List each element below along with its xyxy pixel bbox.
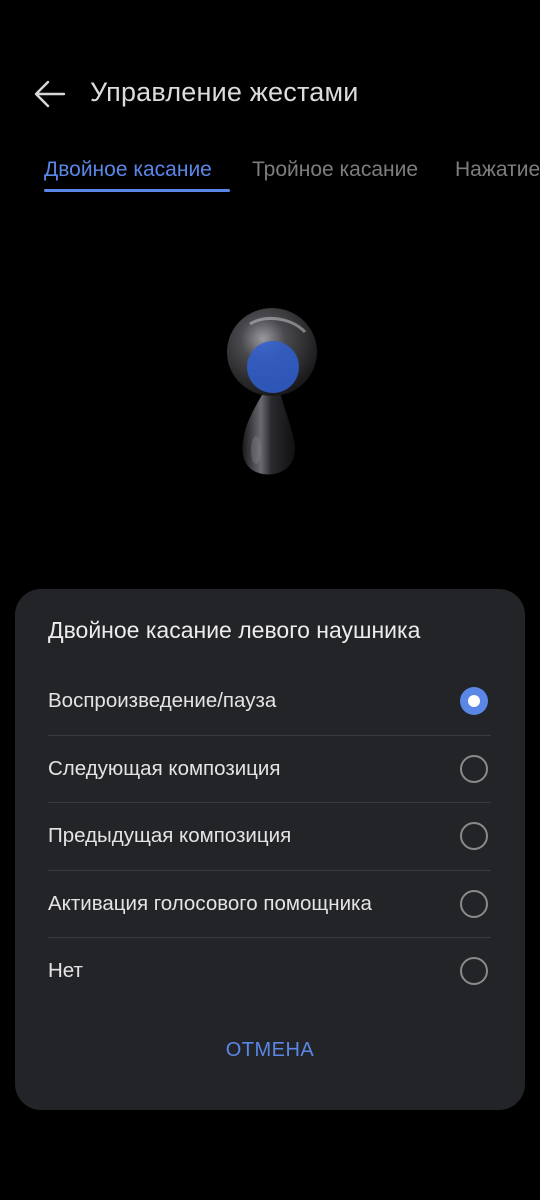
tab-double-tap[interactable]: Двойное касание	[44, 158, 212, 182]
app-bar: Управление жестами	[0, 60, 540, 126]
option-label: Нет	[48, 959, 83, 983]
option-list: Воспроизведение/пауза Следующая композиц…	[48, 667, 491, 1005]
radio-button[interactable]	[460, 957, 488, 986]
back-button[interactable]	[26, 74, 74, 114]
earbud-illustration	[210, 300, 330, 480]
screen: Управление жестами Двойное касание Тройн…	[0, 0, 540, 1200]
option-none[interactable]: Нет	[48, 937, 491, 1005]
option-label: Активация голосового помощника	[48, 891, 372, 915]
option-label: Воспроизведение/пауза	[48, 688, 277, 712]
page-title: Управление жестами	[90, 77, 359, 107]
option-next-track[interactable]: Следующая композиция	[48, 734, 491, 803]
tab-press-and-hold[interactable]: Нажатие и удержание	[455, 158, 540, 182]
radio-button-selected[interactable]	[460, 686, 488, 715]
arrow-left-icon	[34, 80, 66, 108]
option-play-pause[interactable]: Воспроизведение/пауза	[48, 667, 491, 735]
radio-button[interactable]	[460, 822, 488, 851]
radio-button[interactable]	[460, 889, 488, 918]
option-label: Предыдущая композиция	[48, 824, 292, 848]
option-voice-assistant[interactable]: Активация голосового помощника	[48, 869, 491, 938]
radio-button[interactable]	[460, 754, 488, 783]
action-bottom-sheet: Двойное касание левого наушника Воспроиз…	[15, 589, 525, 1110]
cancel-button[interactable]: ОТМЕНА	[15, 1039, 525, 1073]
earbud-icon	[227, 308, 317, 475]
radio-dot-icon	[468, 694, 480, 707]
tab-triple-tap[interactable]: Тройное касание	[252, 158, 418, 182]
sheet-title: Двойное касание левого наушника	[48, 617, 421, 643]
gesture-tabs: Двойное касание Тройное касание Нажатие …	[44, 150, 540, 200]
active-tab-indicator	[44, 189, 230, 192]
option-label: Следующая композиция	[48, 756, 281, 780]
option-previous-track[interactable]: Предыдущая композиция	[48, 802, 491, 870]
